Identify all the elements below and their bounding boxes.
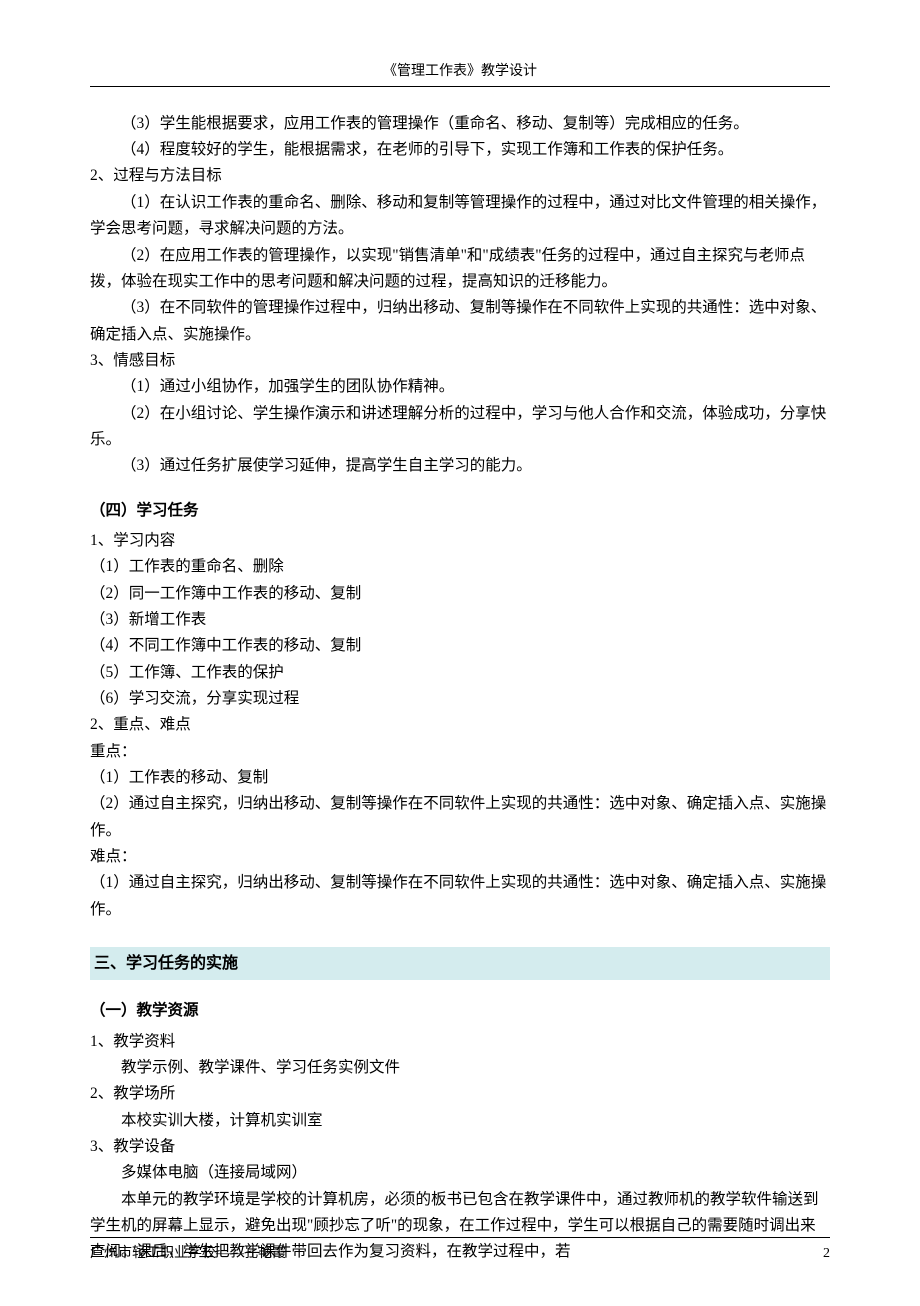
page-number: 2 bbox=[823, 1242, 830, 1266]
subheading: 3、情感目标 bbox=[90, 348, 830, 374]
paragraph: （2）在应用工作表的管理操作，以实现"销售清单"和"成绩表"任务的过程中，通过自… bbox=[90, 243, 830, 296]
paragraph: （4）程度较好的学生，能根据需求，在老师的引导下，实现工作簿和工作表的保护任务。 bbox=[90, 137, 830, 163]
list-item: （2）通过自主探究，归纳出移动、复制等操作在不同软件上实现的共通性：选中对象、确… bbox=[90, 791, 830, 844]
list-item: （6）学习交流，分享实现过程 bbox=[90, 686, 830, 712]
list-item: （2）同一工作簿中工作表的移动、复制 bbox=[90, 581, 830, 607]
paragraph: （3）学生能根据要求，应用工作表的管理操作（重命名、移动、复制等）完成相应的任务… bbox=[90, 111, 830, 137]
list-item: （3）新增工作表 bbox=[90, 607, 830, 633]
paragraph: 本校实训大楼，计算机实训室 bbox=[90, 1108, 830, 1134]
list-heading: 3、教学设备 bbox=[90, 1134, 830, 1160]
list-item: （1）通过自主探究，归纳出移动、复制等操作在不同软件上实现的共通性：选中对象、确… bbox=[90, 870, 830, 923]
list-item: （1）工作表的移动、复制 bbox=[90, 765, 830, 791]
list-heading: 2、重点、难点 bbox=[90, 712, 830, 738]
section-heading-3: 三、学习任务的实施 bbox=[90, 947, 830, 980]
paragraph: 多媒体电脑（连接局域网） bbox=[90, 1160, 830, 1186]
paragraph: （3）在不同软件的管理操作过程中，归纳出移动、复制等操作在不同软件上实现的共通性… bbox=[90, 295, 830, 348]
paragraph: （3）通过任务扩展使学习延伸，提高学生自主学习的能力。 bbox=[90, 453, 830, 479]
header-title: 《管理工作表》教学设计 bbox=[90, 60, 830, 87]
label: 难点： bbox=[90, 844, 830, 870]
section-heading-4: （四）学习任务 bbox=[90, 498, 830, 524]
list-item: （5）工作簿、工作表的保护 bbox=[90, 660, 830, 686]
list-item: （4）不同工作簿中工作表的移动、复制 bbox=[90, 633, 830, 659]
paragraph: （2）在小组讨论、学生操作演示和讲述理解分析的过程中，学习与他人合作和交流，体验… bbox=[90, 401, 830, 454]
document-page: 《管理工作表》教学设计 （3）学生能根据要求，应用工作表的管理操作（重命名、移动… bbox=[0, 0, 920, 1306]
label: 重点： bbox=[90, 739, 830, 765]
list-item: （1）工作表的重命名、删除 bbox=[90, 554, 830, 580]
footer-left: 广州市轻工职业学校——孔艳霞 bbox=[90, 1242, 286, 1266]
subheading: 2、过程与方法目标 bbox=[90, 163, 830, 189]
subsection-heading: （一）教学资源 bbox=[90, 998, 830, 1024]
paragraph: （1）在认识工作表的重命名、删除、移动和复制等管理操作的过程中，通过对比文件管理… bbox=[90, 190, 830, 243]
paragraph: 教学示例、教学课件、学习任务实例文件 bbox=[90, 1055, 830, 1081]
list-heading: 1、学习内容 bbox=[90, 528, 830, 554]
page-footer: 广州市轻工职业学校——孔艳霞 2 bbox=[90, 1237, 830, 1266]
list-heading: 2、教学场所 bbox=[90, 1081, 830, 1107]
list-heading: 1、教学资料 bbox=[90, 1029, 830, 1055]
paragraph: （1）通过小组协作，加强学生的团队协作精神。 bbox=[90, 374, 830, 400]
